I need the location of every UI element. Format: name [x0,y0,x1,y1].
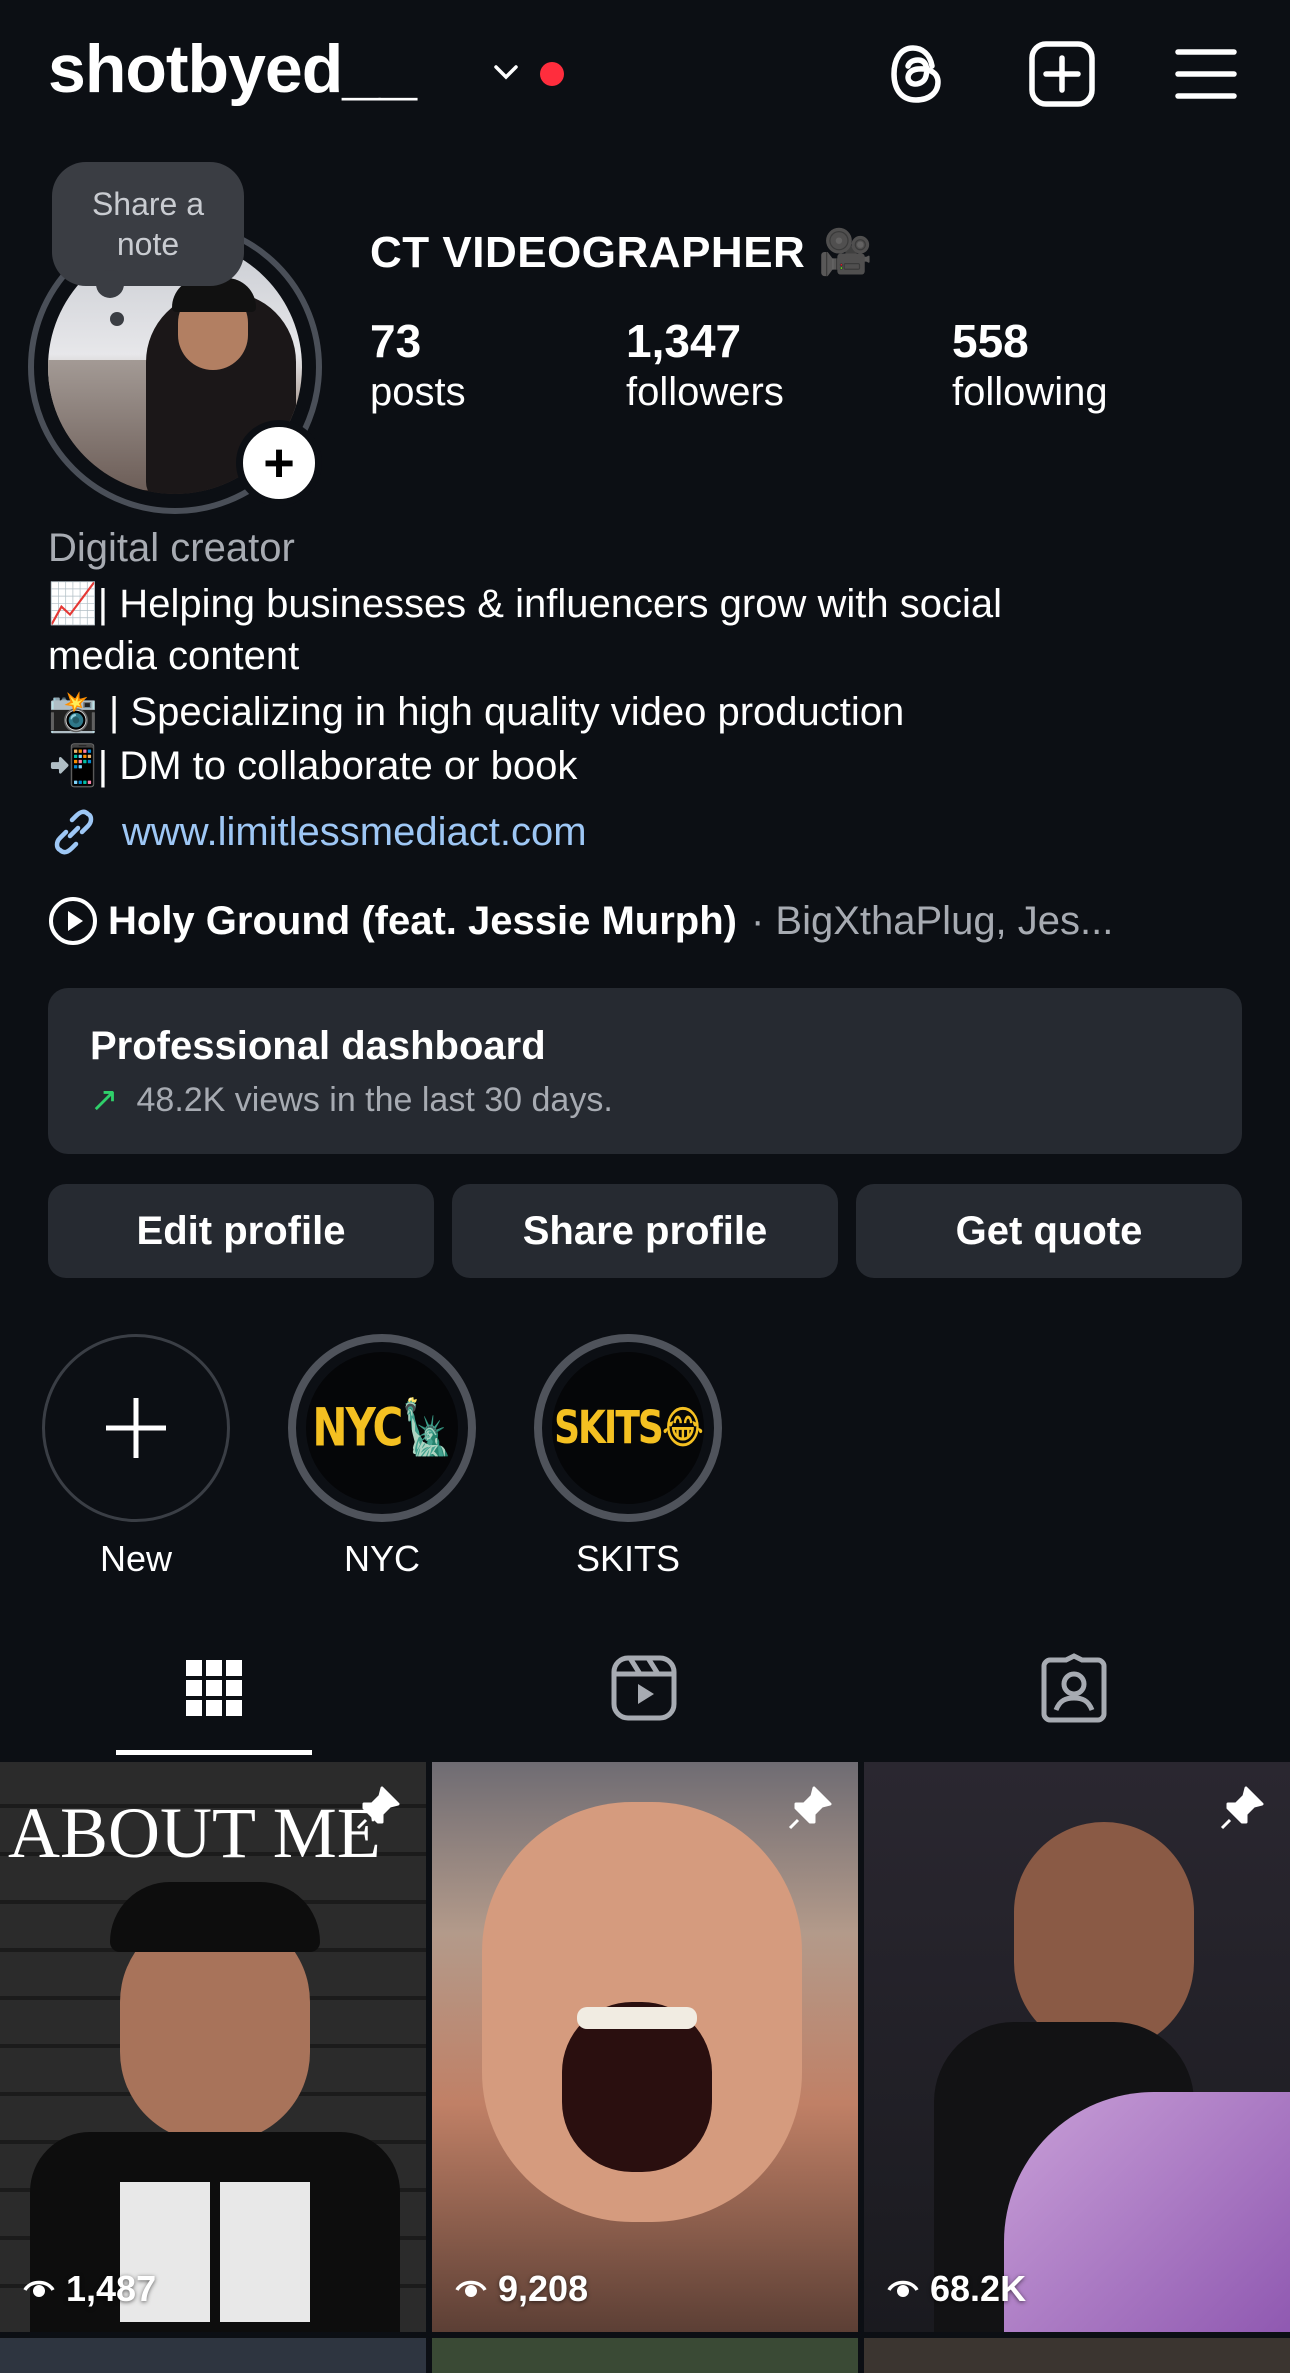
website-link[interactable]: www.limitlessmediact.com [48,806,587,858]
post-thumbnail[interactable]: 68.2K [864,1762,1290,2332]
views-icon [887,2280,919,2297]
active-tab-indicator [116,1750,312,1755]
bio-line: 📲| DM to collaborate or book [48,744,578,788]
dashboard-subtitle: ↗ 48.2K views in the last 30 days. [90,1080,613,1120]
get-quote-button[interactable]: Get quote [856,1184,1242,1278]
followers-label[interactable]: followers [626,370,784,415]
plus-icon [106,1398,166,1458]
post-thumbnail[interactable] [864,2338,1290,2373]
pin-icon [356,1786,400,1830]
post-subject [1014,1822,1194,2052]
highlight-nyc[interactable]: NYC🗽 [288,1334,476,1522]
post-overlay-text: ABOUT ME [8,1793,381,1873]
highlight-label: New [99,1538,173,1579]
highlight-cover-text: NYC🗽 [312,1396,453,1458]
menu-icon[interactable] [1170,38,1242,110]
note-bubble-tail [96,270,124,298]
views-text: 9,208 [498,2268,589,2309]
play-circle-icon [49,897,97,945]
highlight-label: NYC [343,1538,420,1579]
highlight-skits[interactable]: SKITS😂 [534,1334,722,1522]
share-profile-button[interactable]: Share profile [452,1184,838,1278]
post-thumbnail[interactable]: 9,208 [432,1762,858,2332]
notification-dot [540,62,564,86]
highlight-cover-text: SKITS😂 [554,1402,704,1454]
post-subject [577,2007,697,2029]
link-icon [54,809,94,855]
views-icon [455,2280,487,2297]
profile-username[interactable]: shotbyed__ [48,30,417,108]
share-note-bubble[interactable]: Share a note [52,162,244,286]
threads-icon[interactable] [882,38,954,110]
display-name: CT VIDEOGRAPHER 🎥 [370,228,874,277]
professional-dashboard[interactable]: Professional dashboard ↗ 48.2K views in … [48,988,1242,1154]
bio-line: media content [48,634,300,678]
grid-tab-icon[interactable] [178,1652,250,1724]
edit-profile-button[interactable]: Edit profile [48,1184,434,1278]
post-thumbnail[interactable] [432,2338,858,2373]
tagged-tab-icon[interactable] [1038,1652,1110,1724]
music-artist: · BigXthaPlug, Jes... [750,898,1114,943]
highlight-label: SKITS [575,1538,681,1579]
profile-music[interactable]: Holy Ground (feat. Jessie Murph) · BigXt… [48,896,1113,946]
dashboard-views: 48.2K views in the last 30 days. [136,1080,613,1119]
post-subject [110,1882,320,1952]
views-text: 68.2K [930,2268,1027,2309]
create-post-icon[interactable] [1026,38,1098,110]
pin-icon [788,1786,832,1830]
views-icon [23,2280,55,2297]
trend-up-icon: ↗ [90,1081,119,1119]
chevron-down-icon[interactable] [492,58,520,86]
followers-count[interactable]: 1,347 [626,314,741,368]
views-text: 1,487 [66,2268,157,2309]
post-thumbnail[interactable]: ABOUT ME 1,487 [0,1762,426,2332]
add-story-button[interactable]: + [236,420,322,506]
post-view-count: 9,208 [454,2268,588,2310]
dashboard-title: Professional dashboard [90,1024,546,1068]
note-bubble-tail-small [110,312,124,326]
following-count[interactable]: 558 [952,314,1029,368]
new-highlight-button[interactable] [42,1334,230,1522]
website-link-text[interactable]: www.limitlessmediact.com [122,810,587,855]
pin-icon [1220,1786,1264,1830]
post-view-count: 68.2K [886,2268,1026,2310]
reels-tab-icon[interactable] [608,1652,680,1724]
post-view-count: 1,487 [22,2268,156,2310]
bio-line: 📸 | Specializing in high quality video p… [48,690,905,734]
profile-category: Digital creator [48,526,295,570]
posts-count[interactable]: 73 [370,314,421,368]
music-title: Holy Ground (feat. Jessie Murph) [108,898,737,943]
following-label[interactable]: following [952,370,1108,415]
bio-line: 📈| Helping businesses & influencers grow… [48,582,1002,626]
posts-label[interactable]: posts [370,370,466,415]
note-text: Share a note [91,186,205,262]
post-thumbnail[interactable] [0,2338,426,2373]
